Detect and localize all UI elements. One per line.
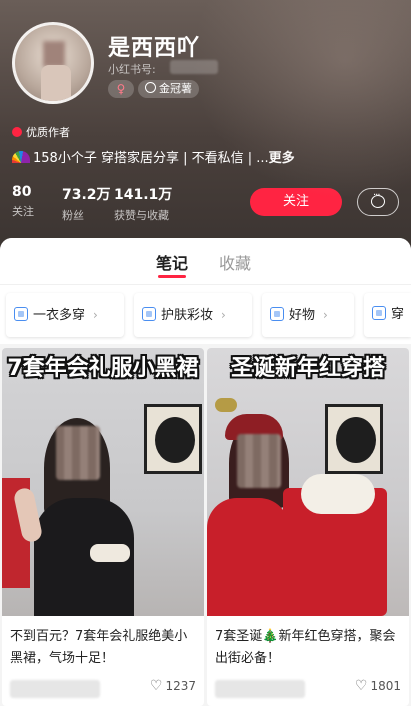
heart-outline-icon: ♡ — [354, 678, 368, 694]
note-card[interactable]: 7套年会礼服小黑裙 不到百元？7套年会礼服绝美小黑裙，气场十足！ ♡ 1237 — [2, 348, 204, 706]
stat-label: 获赞与收藏 — [114, 209, 169, 222]
album-label: 一衣多穿 — [33, 308, 86, 323]
profile-bio[interactable]: 158小个子 穿搭家居分享 | 不看私信 | ...更多 — [12, 147, 295, 166]
christmas-ornament — [215, 398, 237, 412]
content-sheet: 笔记 收藏 一衣多穿 › 护肤彩妆 › 好物 › 穿 7套年会礼服小黑裙 不到百元？7… — [0, 238, 411, 706]
avatar-blurred-face — [43, 41, 65, 67]
album-icon — [14, 307, 28, 321]
active-tab-indicator — [158, 275, 186, 278]
note-cover-title: 7套年会礼服小黑裙 — [7, 356, 199, 381]
quality-author-tag[interactable]: 优质作者 — [12, 124, 70, 140]
note-card[interactable]: 圣诞新年红穿搭 7套圣诞🎄新年红色穿搭，聚会出街必备！ ♡ 1801 — [207, 348, 409, 706]
album-label: 穿 — [391, 307, 405, 322]
stat-value: 141.1万 — [114, 187, 173, 203]
gender-female-icon: ♀ — [108, 80, 134, 98]
note-cover-image[interactable] — [207, 348, 409, 616]
follow-button[interactable]: 关注 — [250, 188, 342, 216]
gold-crown-badge[interactable]: 金冠薯 — [138, 80, 199, 98]
note-likes[interactable]: ♡ 1237 — [150, 678, 196, 694]
quality-author-label: 优质作者 — [26, 126, 70, 139]
profile-tabs: 笔记 收藏 — [0, 238, 411, 284]
note-caption: 不到百元？7套年会礼服绝美小黑裙，气场十足！ — [10, 629, 188, 666]
note-author-redacted — [10, 680, 100, 698]
account-id-redacted — [170, 60, 218, 74]
chevron-right-icon: › — [221, 308, 226, 322]
stat-followers[interactable]: 73.2万 粉丝 — [62, 184, 111, 223]
album-label: 护肤彩妆 — [161, 308, 214, 323]
collection-albums-row: 一衣多穿 › 护肤彩妆 › 好物 › 穿 — [0, 284, 411, 344]
chat-bubble-icon — [371, 190, 385, 208]
verified-check-icon — [12, 127, 22, 137]
album-icon — [372, 306, 386, 320]
heart-outline-icon: ♡ — [149, 678, 163, 694]
like-count: 1801 — [370, 679, 401, 693]
chevron-right-icon: › — [323, 308, 328, 322]
wall-art — [144, 404, 202, 474]
album-icon — [270, 307, 284, 321]
medal-icon — [145, 82, 156, 93]
rainbow-icon — [12, 151, 30, 163]
bio-more-link[interactable]: 更多 — [269, 151, 295, 166]
face-mosaic — [56, 426, 100, 480]
note-author-redacted — [215, 680, 305, 698]
chevron-right-icon: › — [93, 308, 98, 322]
note-cover-title: 圣诞新年红穿搭 — [230, 356, 385, 381]
sherpa-collar — [301, 474, 375, 514]
avatar[interactable] — [12, 22, 94, 104]
album-chip[interactable]: 护肤彩妆 › — [134, 293, 252, 337]
like-count: 1237 — [165, 679, 196, 693]
profile-nickname: 是西西吖 — [108, 36, 201, 61]
album-chip[interactable]: 好物 › — [262, 293, 354, 337]
account-id-label: 小红书号: — [108, 63, 156, 76]
album-chip[interactable]: 一衣多穿 › — [6, 293, 124, 337]
stat-label: 粉丝 — [62, 209, 84, 222]
note-caption: 7套圣诞🎄新年红色穿搭，聚会出街必备！ — [215, 629, 396, 666]
face-mosaic — [237, 434, 281, 488]
wall-art — [325, 404, 383, 474]
tab-collections[interactable]: 收藏 — [219, 250, 251, 274]
bag — [90, 544, 130, 562]
album-label: 好物 — [289, 308, 316, 323]
message-button[interactable] — [357, 188, 399, 216]
tab-notes[interactable]: 笔记 — [156, 250, 188, 274]
stat-value: 73.2万 — [62, 187, 111, 203]
profile-header: 是西西吖 小红书号: ♀ 金冠薯 优质作者 158小个子 穿搭家居分享 | 不看… — [0, 0, 411, 252]
stat-likes-and-saves[interactable]: 141.1万 获赞与收藏 — [114, 184, 172, 223]
note-likes[interactable]: ♡ 1801 — [355, 678, 401, 694]
album-icon — [142, 307, 156, 321]
stat-following[interactable]: 80 关注 — [12, 184, 34, 219]
note-cover-image[interactable] — [2, 348, 204, 616]
badge-label: 金冠薯 — [159, 82, 192, 95]
album-chip[interactable]: 穿 — [364, 293, 411, 337]
worn-red-coat — [207, 498, 289, 616]
stat-label: 关注 — [12, 205, 34, 218]
bio-text: 158小个子 穿搭家居分享 | 不看私信 | ... — [33, 151, 269, 166]
avatar-figure — [41, 65, 71, 101]
stat-value: 80 — [12, 184, 32, 200]
